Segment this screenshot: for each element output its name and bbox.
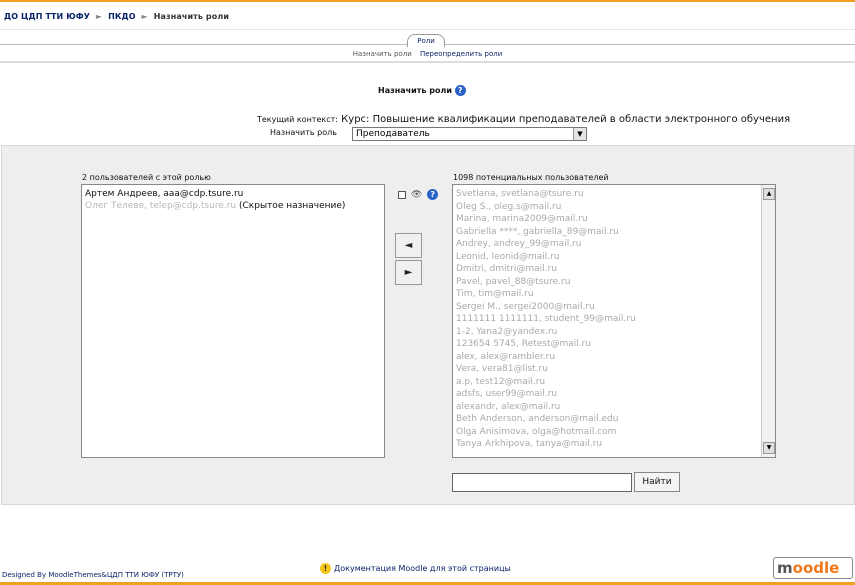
subtab-override-roles[interactable]: Переопределить роли (420, 50, 502, 58)
list-item[interactable]: 1-2, Yana2@yandex.ru (456, 326, 756, 339)
subtab-assign-roles[interactable]: Назначить роли (353, 50, 412, 58)
role-select[interactable]: Преподаватель ▼ (352, 127, 587, 141)
context-label: Текущий контекст: (257, 115, 338, 124)
help-icon[interactable]: ? (454, 85, 466, 96)
list-item[interactable]: Sergei M., sergei2000@mail.ru (456, 301, 756, 314)
list-item[interactable]: Vera, vera81@list.ru (456, 363, 756, 376)
navbar: ДО ЦДП ТТИ ЮФУ ► ПКДО ► Назначить роли (0, 0, 855, 30)
remove-button[interactable]: ► (395, 260, 422, 285)
page-title-text: Назначить роли (378, 86, 452, 95)
potential-users-list[interactable]: Svetlana, svetlana@tsure.ru Oleg S., ole… (452, 184, 776, 458)
scrollbar[interactable]: ▲ ▼ (761, 185, 775, 457)
tabs-bar: Роли Назначить роли Переопределить роли (0, 30, 855, 64)
moodle-logo[interactable]: moodle (773, 557, 853, 579)
breadcrumb-separator: ► (95, 12, 103, 21)
hidden-controls: 👁 ? (398, 189, 439, 200)
role-select-value: Преподаватель (356, 129, 430, 139)
breadcrumb: ДО ЦДП ТТИ ЮФУ ► ПКДО ► Назначить роли (4, 12, 229, 21)
list-item[interactable]: Артем Андреев, aaa@cdp.tsure.ru (85, 188, 381, 200)
moodle-docs-link[interactable]: ! Документация Moodle для этой страницы (320, 563, 511, 574)
list-item[interactable]: 1111111 1111111, student_99@mail.ru (456, 313, 756, 326)
info-icon: ! (320, 563, 331, 574)
list-item[interactable]: Олег Телеве, telep@cdp.tsure.ru (Скрытое… (85, 200, 381, 212)
breadcrumb-course[interactable]: ПКДО (108, 12, 136, 21)
list-item[interactable]: alexandr, alex@mail.ru (456, 401, 756, 414)
subtabs: Назначить роли Переопределить роли (0, 50, 855, 58)
add-button[interactable]: ◄ (395, 233, 422, 258)
scroll-up-icon[interactable]: ▲ (763, 188, 775, 200)
eye-icon: 👁 (410, 189, 423, 200)
tab-roles[interactable]: Роли (407, 34, 445, 47)
list-item-name: Олег Телеве, telep@cdp.tsure.ru (85, 201, 237, 211)
list-item[interactable]: Dmitri, dmitri@mail.ru (456, 263, 756, 276)
breadcrumb-current: Назначить роли (153, 12, 230, 21)
hidden-assignment-tag: (Скрытое назначение) (239, 201, 346, 211)
help-icon[interactable]: ? (427, 189, 439, 200)
find-button[interactable]: Найти (634, 472, 680, 492)
list-item[interactable]: alex, alex@rambler.ru (456, 351, 756, 364)
hidden-checkbox[interactable] (398, 190, 406, 199)
list-item[interactable]: a.p, test12@mail.ru (456, 376, 756, 389)
search-input[interactable] (452, 473, 632, 492)
breadcrumb-home[interactable]: ДО ЦДП ТТИ ЮФУ (4, 12, 90, 21)
list-item[interactable]: Olga Anisimova, olga@hotmail.com (456, 426, 756, 439)
list-item[interactable]: Marina, marina2009@mail.ru (456, 213, 756, 226)
page-title: Назначить роли ? (378, 85, 466, 96)
list-item[interactable]: Andrey, andrey_99@mail.ru (456, 238, 756, 251)
scroll-down-icon[interactable]: ▼ (763, 442, 775, 454)
moodle-logo-text: oodle (792, 559, 840, 577)
chevron-down-icon[interactable]: ▼ (573, 128, 586, 140)
header-divider (0, 61, 855, 63)
list-item[interactable]: Gabriella ****, gabriella_89@mail.ru (456, 226, 756, 239)
list-item[interactable]: Svetlana, svetlana@tsure.ru (456, 188, 756, 201)
list-item[interactable]: Oleg S., oleg.s@mail.ru (456, 201, 756, 214)
existing-users-list[interactable]: Артем Андреев, aaa@cdp.tsure.ru Олег Тел… (81, 184, 385, 458)
potential-users-header: 1098 потенциальных пользователей (453, 173, 609, 182)
list-item[interactable]: 123654 5745, Retest@mail.ru (456, 338, 756, 351)
list-item[interactable]: Pavel, pavel_88@tsure.ru (456, 276, 756, 289)
context-line: Текущий контекст: Курс: Повышение квалиф… (257, 114, 790, 125)
list-item[interactable]: Beth Anderson, anderson@mail.edu (456, 413, 756, 426)
list-item[interactable]: Tim, tim@mail.ru (456, 288, 756, 301)
list-item[interactable]: Leonid, leonid@mail.ru (456, 251, 756, 264)
breadcrumb-separator: ► (141, 12, 148, 21)
list-item[interactable]: Tanya Arkhipova, tanya@mail.ru (456, 438, 756, 451)
footer-designed-by: Designed By MoodleThemes&ЦДП ТТИ ЮФУ (ТР… (2, 571, 184, 579)
existing-users-header: 2 пользователей с этой ролью (82, 173, 211, 182)
moodle-docs-link-text: Документация Moodle для этой страницы (334, 564, 511, 573)
context-value: Курс: Повышение квалификации преподавате… (341, 114, 791, 125)
assign-role-label: Назначить роль (270, 128, 337, 137)
list-item[interactable]: adsfs, user99@mail.ru (456, 388, 756, 401)
